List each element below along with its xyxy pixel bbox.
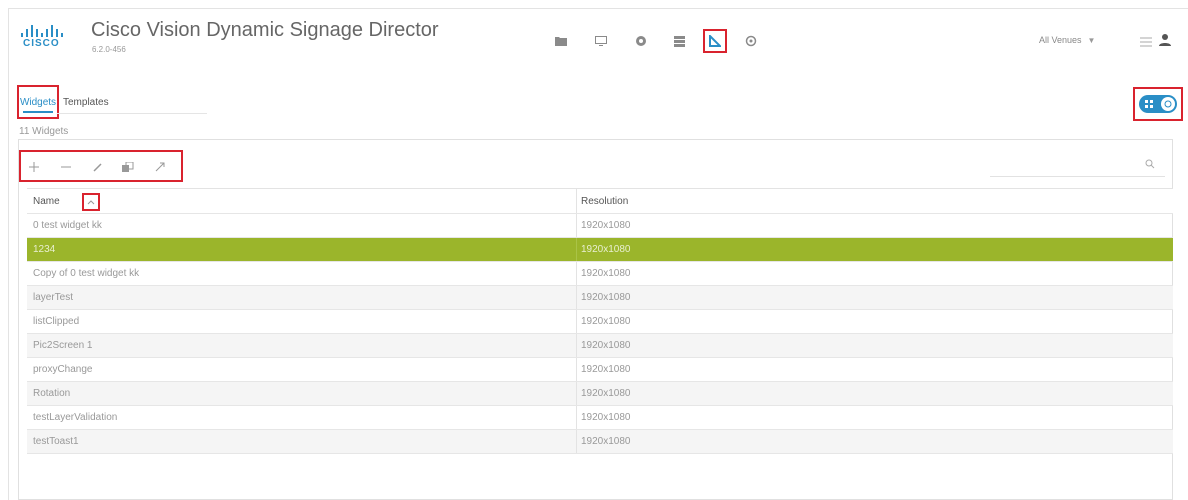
- widget-resolution: 1920x1080: [581, 412, 631, 423]
- cisco-logo: CISCO: [21, 23, 65, 49]
- monitor-icon[interactable]: [589, 29, 613, 53]
- table-row[interactable]: Copy of 0 test widget kk 1920x1080: [27, 262, 1173, 286]
- column-header-name[interactable]: Name: [33, 189, 60, 215]
- widget-resolution: 1920x1080: [581, 292, 631, 303]
- widget-name: Copy of 0 test widget kk: [33, 268, 140, 279]
- table-row[interactable]: listClipped 1920x1080: [27, 310, 1173, 334]
- widget-resolution: 1920x1080: [581, 268, 631, 279]
- sort-ascending-icon[interactable]: [82, 193, 100, 211]
- gear-icon[interactable]: [629, 29, 653, 53]
- widget-name: listClipped: [33, 316, 80, 327]
- app-header: CISCO Cisco Vision Dynamic Signage Direc…: [9, 9, 1188, 65]
- view-mode-toggle[interactable]: [1133, 87, 1183, 121]
- user-icon[interactable]: [1159, 33, 1173, 47]
- table-row[interactable]: 0 test widget kk 1920x1080: [27, 214, 1173, 238]
- column-divider: [576, 334, 577, 357]
- tab-widgets-label: Widgets: [19, 96, 57, 108]
- view-toggle-switch[interactable]: [1139, 95, 1177, 113]
- widget-name: testLayerValidation: [33, 412, 118, 423]
- table-search[interactable]: [990, 152, 1165, 177]
- widget-resolution: 1920x1080: [581, 340, 631, 351]
- remove-icon[interactable]: [59, 160, 73, 174]
- tab-divider: [57, 113, 207, 114]
- widget-name: 0 test widget kk: [33, 220, 102, 231]
- tab-widgets[interactable]: Widgets: [17, 85, 59, 119]
- column-header-resolution[interactable]: Resolution: [581, 189, 628, 215]
- table-row[interactable]: testToast1 1920x1080: [27, 430, 1173, 454]
- edit-icon[interactable]: [91, 160, 105, 174]
- menu-icon[interactable]: [1140, 35, 1152, 47]
- widget-resolution: 1920x1080: [581, 436, 631, 447]
- column-divider: [576, 310, 577, 333]
- widget-name: layerTest: [33, 292, 74, 303]
- column-divider: [576, 238, 577, 261]
- column-divider: [576, 382, 577, 405]
- table-row[interactable]: proxyChange 1920x1080: [27, 358, 1173, 382]
- cisco-logo-bars-icon: [21, 23, 65, 37]
- column-divider: [576, 214, 577, 237]
- app-title: Cisco Vision Dynamic Signage Director: [91, 19, 439, 41]
- column-divider: [576, 430, 577, 453]
- tab-templates-label: Templates: [63, 96, 109, 108]
- column-divider: [576, 189, 577, 213]
- widget-name: Rotation: [33, 388, 71, 399]
- widget-count: 11 Widgets: [19, 126, 69, 137]
- widget-name: testToast1: [33, 436, 79, 447]
- active-tab-underline: [23, 111, 53, 113]
- table-row-selected[interactable]: 1234 1920x1080: [27, 238, 1173, 262]
- table-row[interactable]: Pic2Screen 1 1920x1080: [27, 334, 1173, 358]
- resize-icon[interactable]: [153, 160, 167, 174]
- widgets-table: Name Resolution 0 test widget kk 1920x10…: [27, 188, 1173, 454]
- widget-name: 1234: [33, 244, 56, 255]
- column-divider: [576, 286, 577, 309]
- widget-name: Pic2Screen 1: [33, 340, 93, 351]
- venue-selector[interactable]: All Venues ▼: [1039, 35, 1095, 45]
- widget-resolution: 1920x1080: [581, 316, 631, 327]
- cisco-logo-text: CISCO: [23, 38, 60, 49]
- widget-resolution: 1920x1080: [581, 364, 631, 375]
- grid-icon[interactable]: [667, 29, 691, 53]
- widget-name: proxyChange: [33, 364, 93, 375]
- grid-view-icon: [1143, 98, 1155, 110]
- designer-icon[interactable]: [703, 29, 727, 53]
- settings-icon[interactable]: [739, 29, 763, 53]
- folder-icon[interactable]: [549, 29, 573, 53]
- column-divider: [576, 262, 577, 285]
- venue-selector-label: All Venues: [1039, 35, 1082, 45]
- search-icon: [1145, 156, 1157, 169]
- app-version: 6.2.0-456: [92, 45, 126, 54]
- column-divider: [576, 406, 577, 429]
- table-row[interactable]: testLayerValidation 1920x1080: [27, 406, 1173, 430]
- column-divider: [576, 358, 577, 381]
- add-icon[interactable]: [27, 160, 41, 174]
- widget-resolution: 1920x1080: [581, 220, 631, 231]
- list-view-icon: [1161, 97, 1175, 111]
- table-header-row: Name Resolution: [27, 188, 1173, 214]
- table-row[interactable]: layerTest 1920x1080: [27, 286, 1173, 310]
- table-toolbar: [19, 150, 183, 182]
- chevron-down-icon: ▼: [1087, 36, 1096, 45]
- table-row[interactable]: Rotation 1920x1080: [27, 382, 1173, 406]
- widget-resolution: 1920x1080: [581, 244, 631, 255]
- widget-resolution: 1920x1080: [581, 388, 631, 399]
- copy-icon[interactable]: [121, 160, 135, 174]
